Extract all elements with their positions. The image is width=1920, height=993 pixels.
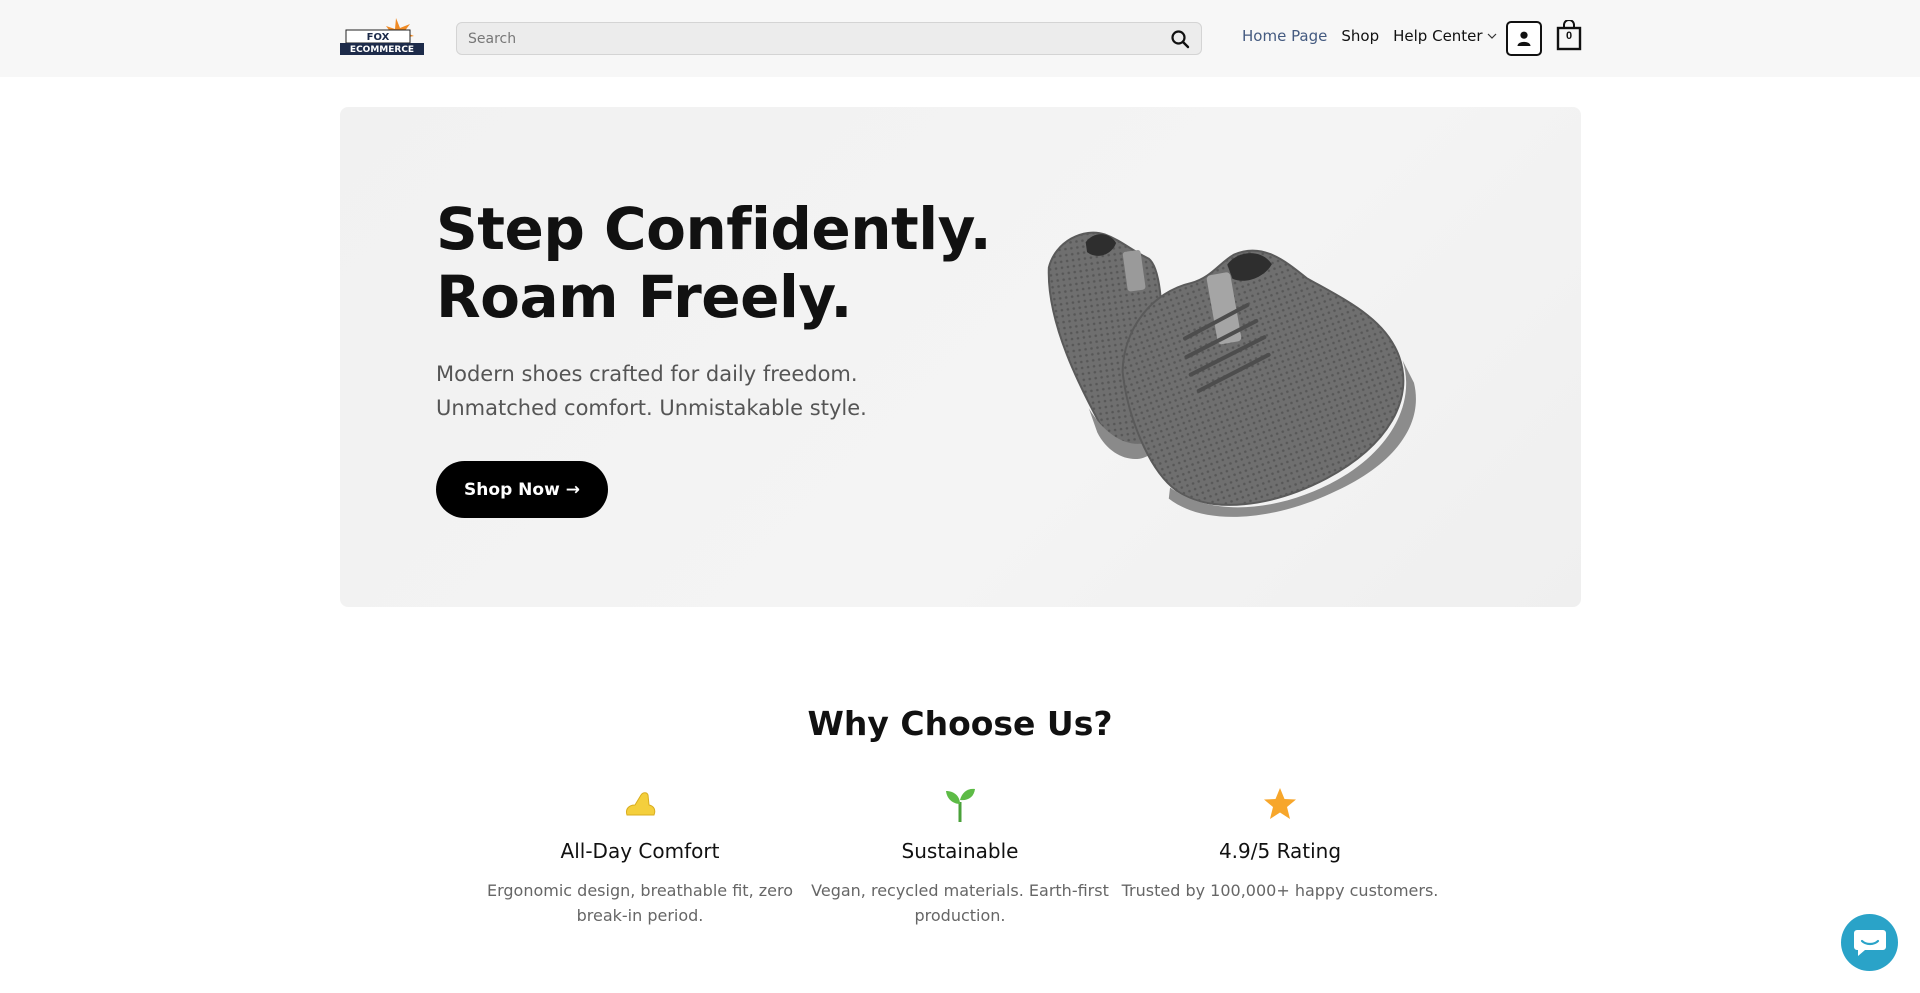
search-icon <box>1171 30 1190 49</box>
feature-description: Ergonomic design, breathable fit, zero b… <box>486 881 793 925</box>
nav-help-center-label: Help Center <box>1393 27 1483 45</box>
user-icon <box>1517 31 1531 46</box>
cart-count-badge: 0 <box>1565 30 1573 42</box>
cart-button[interactable]: 0 <box>1556 19 1582 51</box>
seedling-icon <box>946 788 975 822</box>
hero-subtitle-line-2: Unmatched comfort. Unmistakable style. <box>436 396 867 420</box>
shop-now-button[interactable]: Shop Now → <box>436 461 608 518</box>
hero-banner: Step Confidently. Roam Freely. Modern sh… <box>340 107 1581 607</box>
hero-subtitle: Modern shoes crafted for daily freedom. … <box>436 357 996 425</box>
live-chat-button[interactable] <box>1841 914 1898 971</box>
hero-title-line-1: Step Confidently. <box>436 195 992 263</box>
feature-card: 4.9/5 Rating Trusted by 100,000+ happy c… <box>1120 785 1440 903</box>
hero-shoes-image <box>1040 202 1430 532</box>
hero-subtitle-line-1: Modern shoes crafted for daily freedom. <box>436 362 858 386</box>
search-button[interactable] <box>1170 29 1190 49</box>
feature-title: 4.9/5 Rating <box>1218 839 1342 863</box>
svg-text:FOX: FOX <box>367 32 390 43</box>
svg-text:ECOMMERCE: ECOMMERCE <box>350 45 414 55</box>
feature-card: Sustainable Vegan, recycled materials. E… <box>800 785 1120 928</box>
feature-title: All-Day Comfort <box>560 839 720 863</box>
main-nav: Home Page Shop Help Center <box>1242 27 1511 45</box>
hero-title-line-2: Roam Freely. <box>436 263 852 331</box>
account-button[interactable] <box>1506 21 1542 56</box>
search-input[interactable] <box>457 23 1147 54</box>
hero-title: Step Confidently. Roam Freely. <box>436 195 1036 331</box>
chevron-down-icon <box>1487 33 1497 39</box>
foot-icon <box>626 792 656 816</box>
feature-description: Vegan, recycled materials. Earth-first p… <box>811 881 1109 925</box>
nav-home-link[interactable]: Home Page <box>1242 27 1327 45</box>
why-choose-us-heading: Why Choose Us? <box>807 704 1113 743</box>
star-icon <box>1264 788 1296 819</box>
feature-card: All-Day Comfort Ergonomic design, breath… <box>480 785 800 928</box>
site-logo[interactable]: FOX ECOMMERCE <box>340 18 426 58</box>
chat-bubble-icon <box>1853 929 1886 956</box>
search-bar <box>456 22 1202 55</box>
nav-help-center-link[interactable]: Help Center <box>1393 27 1497 45</box>
feature-title: Sustainable <box>901 839 1019 863</box>
feature-description: Trusted by 100,000+ happy customers. <box>1121 881 1439 900</box>
site-header: FOX ECOMMERCE Home Page Shop Help Center <box>0 0 1920 77</box>
nav-shop-link[interactable]: Shop <box>1341 27 1379 45</box>
